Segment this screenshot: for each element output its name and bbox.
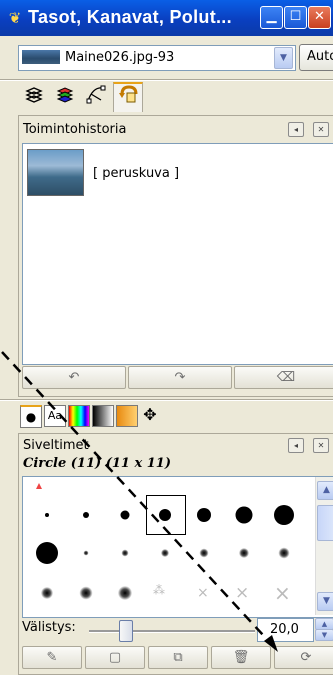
tab-move[interactable]: ✥ (140, 405, 160, 425)
brush-item[interactable]: × (235, 583, 249, 603)
tab-brushes[interactable]: ● (20, 405, 42, 428)
history-thumbnail (27, 149, 84, 196)
brush-item[interactable] (274, 505, 294, 525)
brush-item[interactable] (278, 547, 290, 559)
brush-item[interactable]: ⁂ (153, 583, 179, 601)
tab-undo-history[interactable] (113, 82, 143, 112)
panel-menu-icon[interactable]: ◂ (288, 122, 304, 137)
tab-fonts[interactable]: Aa (44, 405, 66, 427)
image-thumbnail (22, 50, 60, 64)
slider-handle[interactable] (119, 620, 133, 642)
brushes-title: Siveltimet (23, 438, 89, 453)
brush-grid[interactable]: ⁂ × × × (22, 476, 333, 618)
undo-icon: ↶ (68, 370, 80, 385)
tab-layers[interactable] (20, 84, 48, 112)
brushes-panel: Siveltimet ◂ ✕ Circle (11) (11 x 11) ⁂ ×… (18, 433, 333, 675)
image-selector-value: Maine026.jpg-93 (65, 50, 175, 65)
undo-history-icon (119, 85, 138, 103)
channels-icon (56, 87, 74, 103)
close-icon[interactable]: ✕ (313, 122, 329, 137)
chevron-down-icon[interactable]: ▼ (274, 47, 293, 69)
wilber-icon: ❦ (8, 9, 22, 27)
edit-brush-button[interactable]: ✎ (22, 646, 82, 669)
brush-item[interactable] (161, 549, 169, 557)
clear-history-icon: ⌫ (276, 370, 296, 385)
tab-colors[interactable] (116, 405, 138, 427)
brush-item[interactable]: × (274, 581, 291, 605)
history-list[interactable]: [ peruskuva ] (22, 143, 333, 365)
layers-icon (25, 87, 43, 103)
scroll-down-button[interactable]: ▼ (317, 592, 333, 611)
brush-item[interactable] (235, 506, 253, 524)
minimize-button[interactable]: ▁ (260, 6, 283, 29)
history-title: Toimintohistoria (23, 122, 127, 137)
scroll-up-button[interactable]: ▲ (317, 481, 333, 500)
slider-track (89, 630, 255, 633)
maximize-button[interactable]: ☐ (284, 6, 307, 29)
brush-item[interactable] (199, 548, 209, 558)
clear-history-button[interactable]: ⌫ (234, 366, 333, 389)
close-icon[interactable]: ✕ (313, 438, 329, 453)
history-item-label: [ peruskuva ] (93, 166, 180, 181)
brush-item[interactable] (197, 508, 211, 522)
spacing-value: 20,0 (270, 622, 299, 637)
refresh-brushes-button[interactable]: ⟳ (274, 646, 333, 669)
tab-paths[interactable] (82, 84, 110, 112)
list-item[interactable]: [ peruskuva ] (25, 146, 333, 200)
brush-item[interactable] (83, 512, 89, 518)
undo-button[interactable]: ↶ (22, 366, 126, 389)
brush-scrollbar[interactable]: ▲ ▼ (315, 477, 333, 615)
selected-brush-name: Circle (11) (11 x 11) (23, 456, 171, 471)
brush-item[interactable] (41, 587, 53, 599)
duplicate-brush-button[interactable]: ⧉ (148, 646, 208, 669)
delete-brush-icon: 🗑 (232, 650, 250, 665)
delete-brush-button[interactable]: 🗑 (211, 646, 271, 669)
window-title: Tasot, Kanavat, Polut... (28, 7, 232, 27)
refresh-brushes-icon: ⟳ (300, 650, 312, 665)
brush-item[interactable]: × (197, 585, 209, 601)
font-icon: Aa (47, 409, 63, 422)
tab-gradients[interactable] (92, 405, 114, 427)
separator (0, 399, 333, 401)
scroll-thumb[interactable] (317, 505, 333, 541)
spacing-label: Välistys: (22, 620, 76, 635)
brush-item[interactable] (79, 586, 93, 600)
title-bar[interactable]: ❦ Tasot, Kanavat, Polut... ▁ ☐ ✕ (0, 0, 333, 36)
spin-down-button[interactable]: ▼ (315, 629, 333, 641)
auto-label: Auto (307, 49, 333, 64)
spacing-slider[interactable] (89, 620, 255, 642)
separator (0, 79, 333, 81)
new-brush-icon: ▢ (108, 650, 122, 665)
tab-channels[interactable] (51, 84, 79, 112)
brush-item[interactable] (159, 509, 171, 521)
new-brush-button[interactable]: ▢ (85, 646, 145, 669)
brush-item[interactable] (121, 549, 129, 557)
panel-menu-icon[interactable]: ◂ (288, 438, 304, 453)
brush-item[interactable] (118, 586, 132, 600)
brush-icon: ● (25, 410, 37, 424)
tab-patterns[interactable] (68, 405, 90, 427)
close-button[interactable]: ✕ (308, 6, 331, 29)
edit-brush-icon: ✎ (46, 650, 58, 665)
history-panel: Toimintohistoria ◂ ✕ [ peruskuva ] ↶ ↷ ⌫ (18, 115, 333, 397)
brush-item[interactable] (239, 548, 249, 558)
move-icon: ✥ (143, 405, 157, 424)
redo-button[interactable]: ↷ (128, 366, 232, 389)
spacing-input[interactable]: 20,0 (257, 618, 314, 642)
brush-item[interactable] (45, 513, 49, 517)
brush-item[interactable] (120, 510, 130, 520)
brush-item[interactable] (36, 542, 58, 564)
image-selector[interactable]: Maine026.jpg-93 ▼ (18, 45, 296, 71)
redo-icon: ↷ (174, 370, 186, 385)
paths-icon (86, 85, 106, 104)
duplicate-brush-icon: ⧉ (173, 650, 183, 665)
brush-item[interactable] (36, 483, 42, 489)
auto-button[interactable]: Auto (299, 44, 333, 71)
brush-item[interactable] (83, 550, 89, 556)
